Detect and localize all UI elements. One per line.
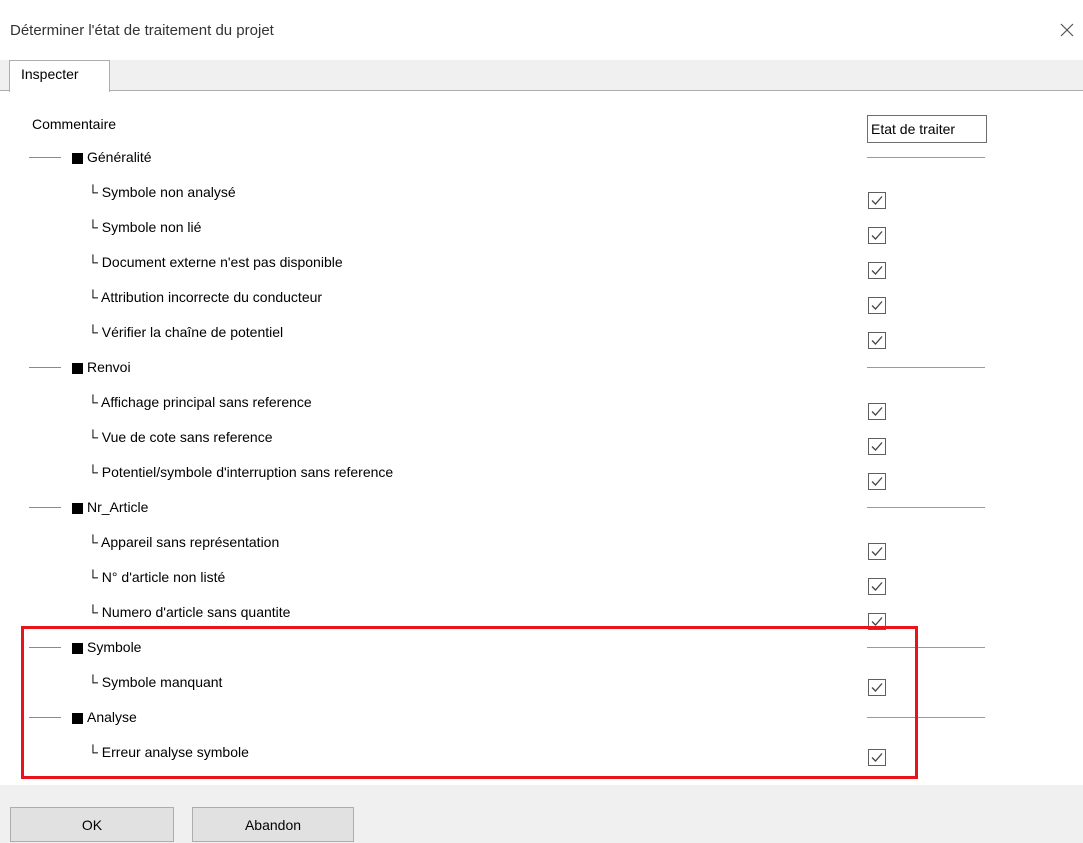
group-square-icon [72, 153, 83, 164]
checkmark-icon [871, 442, 883, 451]
cancel-button[interactable]: Abandon [192, 807, 354, 842]
group-separator [867, 507, 985, 508]
item-label: └ Symbole non analysé [88, 184, 236, 200]
group-row[interactable]: Renvoi [0, 350, 1083, 385]
checkmark-icon [871, 196, 883, 205]
status-checkbox[interactable] [868, 262, 886, 279]
status-checkbox[interactable] [868, 403, 886, 420]
status-checkbox[interactable] [868, 297, 886, 314]
item-label: └ N° d'article non listé [88, 569, 226, 585]
list-item: └ Vue de cote sans reference [0, 420, 1083, 455]
highlight-box [21, 626, 918, 779]
group-separator [867, 157, 985, 158]
tab-inspecter[interactable]: Inspecter [9, 60, 110, 92]
group-label: Généralité [87, 149, 152, 165]
close-icon [1060, 23, 1074, 37]
group-row[interactable]: Nr_Article [0, 490, 1083, 525]
list-item: └ Potentiel/symbole d'interruption sans … [0, 455, 1083, 490]
item-label: └ Appareil sans représentation [88, 534, 280, 550]
close-button[interactable] [1051, 14, 1083, 46]
group-label: Nr_Article [87, 499, 149, 515]
status-checkbox[interactable] [868, 227, 886, 244]
item-label: └ Attribution incorrecte du conducteur [88, 289, 323, 305]
status-checkbox[interactable] [868, 438, 886, 455]
checkmark-icon [871, 301, 883, 310]
list-item: └ Appareil sans représentation [0, 525, 1083, 560]
tab-strip [0, 60, 1083, 91]
item-label: └ Potentiel/symbole d'interruption sans … [88, 464, 394, 480]
item-label: └ Vérifier la chaîne de potentiel [88, 324, 284, 340]
checkmark-icon [871, 407, 883, 416]
checkmark-icon [871, 336, 883, 345]
title-bar: Déterminer l'état de traitement du proje… [0, 0, 1083, 60]
item-label: └ Symbole non lié [88, 219, 202, 235]
group-square-icon [72, 363, 83, 374]
tree-connector-line [29, 367, 61, 368]
status-checkbox[interactable] [868, 473, 886, 490]
list-item: └ N° d'article non listé [0, 560, 1083, 595]
column-header-etat[interactable]: Etat de traiter [867, 115, 987, 143]
list-item: └ Numero d'article sans quantite [0, 595, 1083, 630]
item-label: └ Document externe n'est pas disponible [88, 254, 343, 270]
column-header-commentaire: Commentaire [32, 116, 117, 132]
checkmark-icon [871, 582, 883, 591]
checkmark-icon [871, 266, 883, 275]
tree-connector-line [29, 507, 61, 508]
group-square-icon [72, 503, 83, 514]
list-item: └ Document externe n'est pas disponible [0, 245, 1083, 280]
status-checkbox[interactable] [868, 192, 886, 209]
status-checkbox[interactable] [868, 332, 886, 349]
list-item: └ Attribution incorrecte du conducteur [0, 280, 1083, 315]
status-checkbox[interactable] [868, 543, 886, 560]
checkmark-icon [871, 477, 883, 486]
group-separator [867, 367, 985, 368]
dialog-title: Déterminer l'état de traitement du proje… [10, 22, 274, 39]
list-item: └ Vérifier la chaîne de potentiel [0, 315, 1083, 350]
item-label: └ Vue de cote sans reference [88, 429, 273, 445]
item-label: └ Affichage principal sans reference [88, 394, 312, 410]
checkmark-icon [871, 231, 883, 240]
checkmark-icon [871, 547, 883, 556]
group-label: Renvoi [87, 359, 131, 375]
status-checkbox[interactable] [868, 578, 886, 595]
list-item: └ Symbole non lié [0, 210, 1083, 245]
list-item: └ Symbole non analysé [0, 175, 1083, 210]
ok-button[interactable]: OK [10, 807, 174, 842]
tree-connector-line [29, 157, 61, 158]
group-row[interactable]: Généralité [0, 140, 1083, 175]
list-item: └ Affichage principal sans reference [0, 385, 1083, 420]
item-label: └ Numero d'article sans quantite [88, 604, 291, 620]
